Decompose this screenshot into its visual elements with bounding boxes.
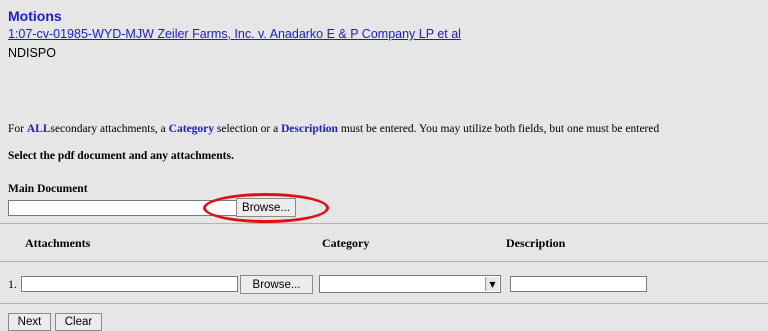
attachment-category-select[interactable]: ▼ bbox=[319, 275, 501, 293]
instruction-description: Description bbox=[281, 123, 338, 135]
page-title: Motions bbox=[8, 8, 62, 24]
instruction-part1: secondary attachments, a bbox=[50, 123, 169, 135]
attachment-browse-button[interactable]: Browse... bbox=[240, 275, 313, 294]
attachment-instruction: For ALLsecondary attachments, a Category… bbox=[8, 123, 659, 135]
category-column-header: Category bbox=[322, 236, 370, 250]
divider-top bbox=[0, 223, 768, 224]
main-document-label: Main Document bbox=[8, 183, 88, 195]
divider-middle bbox=[0, 261, 768, 262]
motions-form-panel: Motions 1:07-cv-01985-WYD-MJW Zeiler Far… bbox=[0, 0, 768, 331]
instruction-part3: must be entered. You may utilize both fi… bbox=[337, 123, 660, 135]
attachments-column-header: Attachments bbox=[25, 236, 91, 250]
clear-button[interactable]: Clear bbox=[55, 313, 102, 331]
event-code: NDISPO bbox=[8, 46, 56, 60]
instruction-all: ALL bbox=[26, 123, 51, 135]
description-column-header: Description bbox=[506, 236, 566, 250]
attachment-file-input[interactable] bbox=[21, 276, 238, 292]
instruction-category: Category bbox=[168, 123, 215, 135]
divider-bottom bbox=[0, 303, 768, 304]
attachment-row-number: 1. bbox=[8, 277, 17, 291]
next-button[interactable]: Next bbox=[8, 313, 51, 331]
attachment-description-input[interactable] bbox=[510, 276, 647, 292]
browse-highlight-ellipse bbox=[203, 193, 329, 223]
select-pdf-prompt: Select the pdf document and any attachme… bbox=[8, 150, 234, 162]
case-link[interactable]: 1:07-cv-01985-WYD-MJW Zeiler Farms, Inc.… bbox=[8, 27, 461, 41]
instruction-part2: selection or a bbox=[214, 123, 282, 135]
instruction-prefix: For bbox=[8, 123, 27, 135]
dropdown-arrow-icon[interactable]: ▼ bbox=[485, 277, 499, 291]
